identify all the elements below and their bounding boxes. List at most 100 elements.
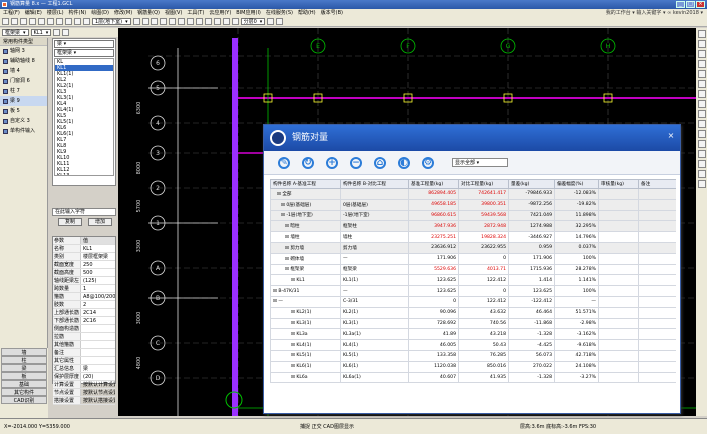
check-icon[interactable]: [83, 18, 90, 25]
wrench-icon[interactable]: ✎: [278, 156, 290, 169]
table-cell[interactable]: [598, 339, 639, 351]
property-row[interactable]: 跨数量 1: [53, 285, 115, 293]
nav-item-opening[interactable]: 门窗洞 6: [0, 76, 47, 86]
category-beam-button[interactable]: 梁: [1, 364, 47, 372]
merge-icon[interactable]: [697, 170, 706, 178]
element-name-select[interactable]: KL1 ▾: [30, 29, 52, 36]
report-icon[interactable]: [56, 18, 63, 25]
table-cell[interactable]: [598, 220, 639, 233]
property-row[interactable]: 肢数 2: [53, 301, 115, 309]
property-value[interactable]: 按默认计算设置: [81, 381, 115, 388]
menu-rebar[interactable]: 钢筋量(Q): [137, 9, 160, 17]
menu-bim[interactable]: BIM应用(I): [236, 9, 261, 17]
table-cell[interactable]: [598, 349, 639, 362]
dialog-close-button[interactable]: ×: [666, 131, 676, 141]
table-row[interactable]: ⊟ 0层(基础层) 0层(基础层) 49658.185 39800.351 -9872.…: [270, 198, 676, 211]
table-cell[interactable]: [598, 285, 639, 297]
menu-component[interactable]: 构件(N): [69, 9, 87, 17]
menu-tools[interactable]: 工具(T): [187, 9, 204, 17]
table-cell[interactable]: [598, 295, 639, 308]
new-icon[interactable]: [2, 18, 9, 25]
rotate-tool-icon[interactable]: [697, 110, 706, 118]
category-other-button[interactable]: 其它构件: [1, 388, 47, 396]
nav-item-wall[interactable]: 墙 4: [0, 66, 47, 76]
zoom-out-icon[interactable]: [159, 18, 167, 25]
trim-icon[interactable]: [697, 140, 706, 148]
menu-online[interactable]: 在线服务(S): [266, 9, 293, 17]
col-base-name[interactable]: 构件名称 A-基准工程: [270, 179, 341, 189]
mirror-icon[interactable]: [697, 120, 706, 128]
open-icon[interactable]: [11, 18, 18, 25]
property-row[interactable]: 截面宽度 250: [53, 261, 115, 269]
pan-icon[interactable]: [141, 18, 149, 25]
property-row[interactable]: 类别 楼层框架梁: [53, 253, 115, 261]
table-row[interactable]: ⊟ 剪力墙 剪力墙 23636.912 23622.955 0.959 0.037%: [270, 241, 676, 254]
property-row[interactable]: 备注: [53, 349, 115, 357]
table-cell[interactable]: [598, 328, 639, 341]
nav-item-column[interactable]: 柱 7: [0, 86, 47, 96]
nav-item-axis[interactable]: 轴网 3: [0, 46, 47, 56]
property-row[interactable]: 侧面构造筋: [53, 325, 115, 333]
measure-icon[interactable]: [697, 60, 706, 68]
table-cell[interactable]: [598, 360, 639, 373]
nav-item-slab[interactable]: 板 5: [0, 106, 47, 116]
property-value[interactable]: [81, 333, 115, 340]
sum-icon[interactable]: [47, 18, 54, 25]
component-filter-select[interactable]: 框架梁 ▾: [54, 49, 114, 57]
property-row[interactable]: 搭接设置 按默认搭接设置: [53, 397, 115, 405]
offset-icon[interactable]: [697, 130, 706, 138]
rotate-icon[interactable]: [195, 18, 203, 25]
property-value[interactable]: 按默认节点设置: [81, 389, 115, 396]
settings-icon[interactable]: ⚙: [422, 156, 434, 169]
property-value[interactable]: 2: [81, 301, 115, 308]
close-button[interactable]: ×: [696, 1, 705, 8]
grid-icon[interactable]: [697, 40, 706, 48]
property-value[interactable]: 1: [81, 285, 115, 292]
table-row[interactable]: ⊟ KL4(1) KL4(1) 46.005 50.43 -4.425 -9.618%: [270, 339, 676, 351]
compare-table[interactable]: 构件名称 A-基准工程 构件名称 B-对比工程 基准工程量(kg) 对比工程量(…: [270, 179, 676, 411]
table-row[interactable]: ⊟ KL1 KL1(1) 123.625 122.412 1.414 1.141%: [270, 274, 676, 287]
display-icon[interactable]: [267, 18, 275, 25]
col-deviation[interactable]: 偏差幅度(%): [554, 179, 599, 189]
table-cell[interactable]: [598, 274, 639, 287]
table-row[interactable]: ⊟ KL3a KL3a(1) 41.89 43.218 -1.328 -3.162%: [270, 328, 676, 341]
table-cell[interactable]: [598, 198, 639, 211]
property-row[interactable]: 箍筋A8@100/200(2): [53, 293, 115, 301]
property-row[interactable]: 轴线距梁左 (125): [53, 277, 115, 285]
display-filter-select[interactable]: 显示全部 ▾: [452, 158, 508, 167]
menu-floor[interactable]: 楼层(L): [47, 9, 64, 17]
ortho-icon[interactable]: [697, 50, 706, 58]
table-row[interactable]: ⊟ KL6(1) KL6(1) 1120.038 850.016 270.022 24.1…: [270, 360, 676, 373]
text-icon[interactable]: [697, 80, 706, 88]
property-value[interactable]: 按默认搭接设置: [81, 397, 115, 404]
table-row[interactable]: ⊟ 墙柱 墙柱 23275.251 19828.324 -3446.927 14.796%: [270, 231, 676, 243]
property-value[interactable]: (125): [81, 277, 115, 284]
edit-rebar-icon[interactable]: [62, 29, 70, 36]
col-base-qty[interactable]: 基准工程量(kg): [408, 179, 459, 189]
component-search-input[interactable]: 在此输入字符: [52, 208, 116, 216]
copy-icon[interactable]: [697, 90, 706, 98]
redo-icon[interactable]: [38, 18, 45, 25]
col-compare-qty[interactable]: 对比工程量(kg): [458, 179, 509, 189]
category-column-button[interactable]: 柱: [1, 356, 47, 364]
nav-item-aux-axis[interactable]: 辅助轴线 8: [0, 56, 47, 66]
table-cell[interactable]: [598, 231, 639, 243]
3d-icon[interactable]: [186, 18, 194, 25]
menu-edit[interactable]: 编辑(E): [25, 9, 42, 17]
front-view-icon[interactable]: [213, 18, 221, 25]
table-row[interactable]: ⊟ 砌体墙 —171.906 0 171.906 100%: [270, 252, 676, 265]
top-view-icon[interactable]: [204, 18, 212, 25]
col-audit[interactable]: 审核量(kg): [598, 179, 639, 189]
move-icon[interactable]: [697, 100, 706, 108]
component-list-item[interactable]: KL13: [55, 173, 113, 175]
nav-item-single-input[interactable]: 单构件输入: [0, 126, 47, 136]
property-value[interactable]: 2C14: [81, 309, 115, 316]
table-row[interactable]: ⊟ KL6a KL6a(1) 40.607 41.935 -1.328 -3.27%: [270, 371, 676, 384]
property-value[interactable]: [81, 341, 115, 348]
table-row[interactable]: ⊟ 暗柱 框架柱 3947.936 2872.948 1274.988 32.295%: [270, 220, 676, 233]
dim-icon[interactable]: [697, 70, 706, 78]
hide-icon[interactable]: [276, 18, 284, 25]
property-row[interactable]: 名称 KL1: [53, 245, 115, 253]
snap-status[interactable]: 捕捉 正交 CAD图层显示: [300, 423, 354, 431]
layer-select[interactable]: 分层0 ▾: [240, 18, 266, 25]
